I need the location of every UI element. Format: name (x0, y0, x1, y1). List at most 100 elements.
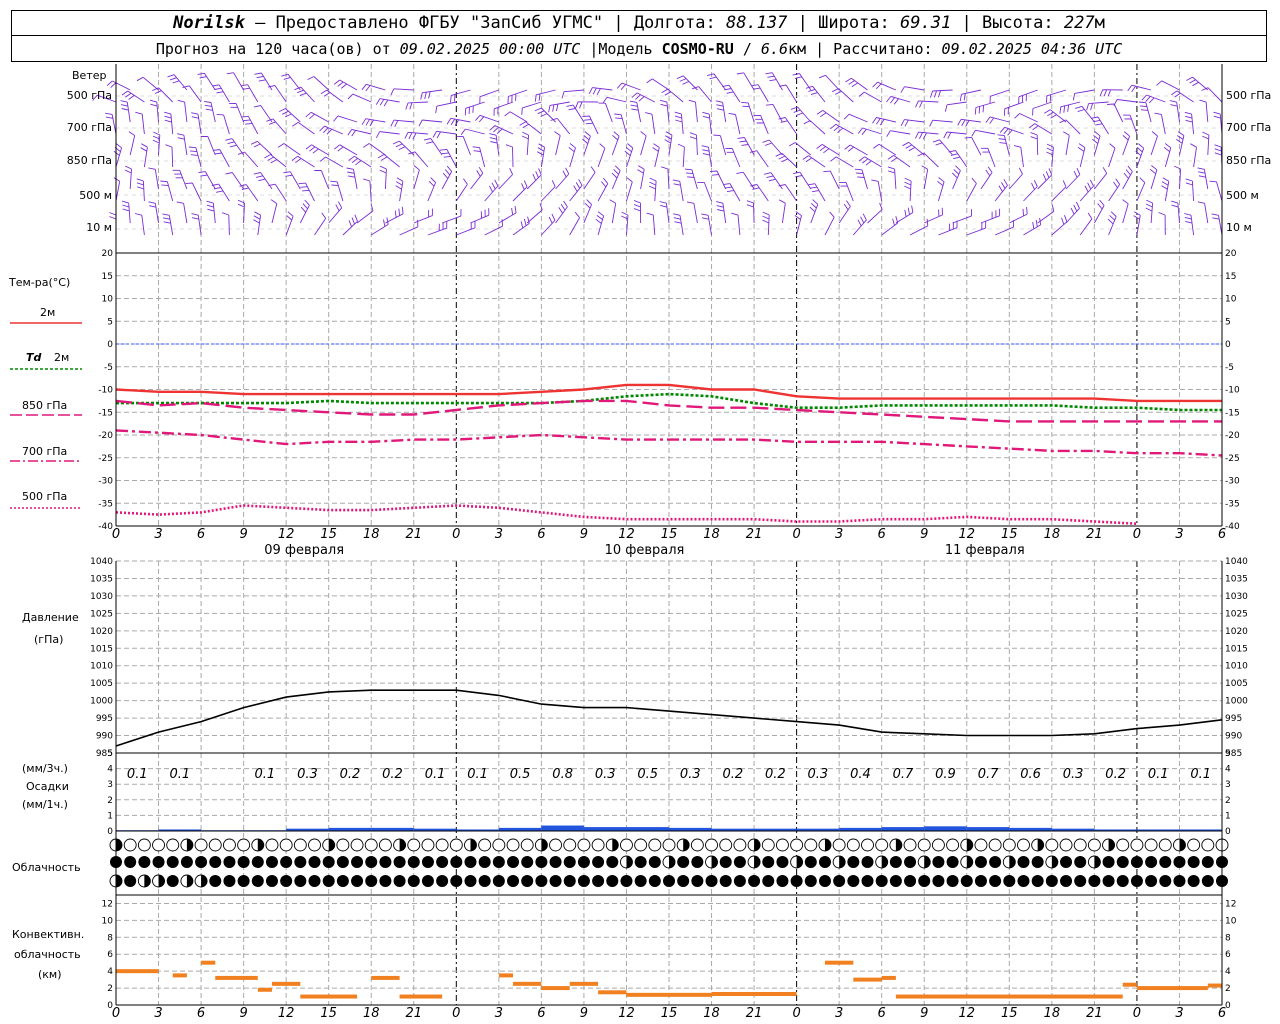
conv-tick-left: 2 (107, 984, 113, 994)
wind-barb (994, 179, 1008, 202)
wind-barb (1169, 100, 1180, 123)
wind-barb (342, 214, 358, 236)
wind-barb (659, 201, 670, 224)
precip-label-c: (мм/1ч.) (22, 798, 68, 811)
cloud-symbol (506, 838, 520, 852)
cloud-symbol (931, 838, 945, 852)
wind-barb (1032, 101, 1052, 116)
wind-barb (534, 89, 556, 102)
cloud-symbol (265, 856, 278, 868)
cloud-symbol (833, 875, 846, 887)
wind-barb (575, 101, 599, 109)
cloud-symbol (237, 838, 251, 852)
precip-3h-label: 0.2 (765, 767, 786, 782)
cloud-symbol (1017, 838, 1030, 852)
cloud-symbol (719, 856, 732, 868)
wind-barb (512, 216, 530, 236)
cloud-fill (328, 839, 335, 851)
cloud-symbol (379, 856, 392, 868)
wind-barb (1136, 177, 1146, 202)
wind-barb (162, 213, 174, 236)
wind-level-10m: 10 м (86, 221, 112, 234)
wind-barb (794, 211, 802, 236)
cloud-symbol (904, 875, 917, 887)
convective-bar (172, 973, 187, 978)
cloud-symbol (946, 838, 960, 852)
wind-barb (1113, 99, 1137, 106)
wind-barb (361, 118, 386, 127)
wind-barb (484, 179, 499, 202)
cloud-symbol (1159, 875, 1172, 887)
temp-tick-left: -30 (98, 477, 113, 487)
wind-barb (479, 89, 499, 104)
cloud-symbol (237, 875, 250, 887)
legend-500: 500 гПа (22, 490, 67, 503)
cloud-fill (116, 875, 122, 887)
wind-barb (229, 103, 245, 123)
x-tick-label: 0 (452, 527, 460, 542)
cloud-fill (1009, 856, 1016, 868)
wind-barb (702, 111, 712, 135)
cloud-symbol (393, 856, 406, 868)
wind-level-500hpa: 500 гПа (67, 89, 112, 102)
cloud-fill (824, 839, 831, 851)
wind-barb (404, 131, 428, 140)
wind-barb (167, 74, 188, 91)
wind-barb (379, 165, 387, 190)
cloud-symbols (109, 838, 1229, 888)
cloud-symbol (832, 838, 846, 852)
wind-barb (1197, 167, 1209, 190)
cloud-symbol (719, 838, 733, 852)
cloud-symbol (1031, 856, 1044, 868)
wind-barb (609, 199, 617, 224)
cloud-symbol (322, 875, 335, 887)
precip-label-b: Осадки (26, 780, 69, 793)
wind-barb (200, 135, 216, 156)
temp-tick-right: 20 (1225, 249, 1237, 259)
cloud-symbol (393, 875, 406, 887)
convective-bar (371, 975, 400, 980)
cloud-symbol (591, 838, 605, 852)
wind-barb (1079, 212, 1093, 236)
cloud-symbol (1073, 838, 1087, 852)
wind-barb (588, 87, 613, 96)
cloud-symbol (209, 875, 222, 887)
pressure-tick-left: 1000 (90, 697, 113, 707)
cloud-symbol (563, 875, 576, 887)
wind-barb (1059, 119, 1081, 135)
wind-barb (915, 100, 939, 108)
cloud-symbol (889, 875, 902, 887)
wind-barb (985, 116, 1010, 124)
x-tick-label: 21 (405, 1006, 422, 1021)
wind-barb (929, 119, 953, 127)
wind-barb (164, 111, 174, 135)
precip-tick-right: 0 (1225, 827, 1231, 837)
cloud-fill (924, 856, 931, 868)
x-tick-label: 15 (1001, 527, 1018, 542)
wind-barb (602, 96, 627, 104)
cloud-fill (1051, 856, 1058, 868)
wind-barb (952, 209, 972, 224)
wind-barb (723, 183, 741, 202)
precip-tick-left: 1 (107, 811, 113, 821)
temp-tick-right: 5 (1225, 317, 1231, 327)
cloud-symbol (776, 875, 789, 887)
cloud-symbol (861, 875, 874, 887)
x-tick-label: 0 (792, 1006, 800, 1021)
wind-barb (455, 178, 468, 202)
wind-barb (816, 110, 840, 123)
conv-tick-right: 12 (1225, 899, 1236, 909)
wind-barb (569, 179, 583, 202)
wind-barb (597, 177, 609, 202)
cloud-symbol (166, 856, 179, 868)
cloud-symbol (648, 856, 661, 868)
temp-tick-left: 15 (102, 272, 113, 282)
x-tick-label: 12 (278, 527, 295, 542)
wind-barb (1171, 200, 1180, 224)
wind-barb (1158, 212, 1166, 236)
pressure-tick-right: 1030 (1225, 592, 1248, 602)
x-tick-label: 18 (363, 527, 380, 542)
x-tick-label: 3 (154, 527, 162, 542)
wind-barb (136, 76, 159, 91)
cloud-symbol (577, 875, 590, 887)
